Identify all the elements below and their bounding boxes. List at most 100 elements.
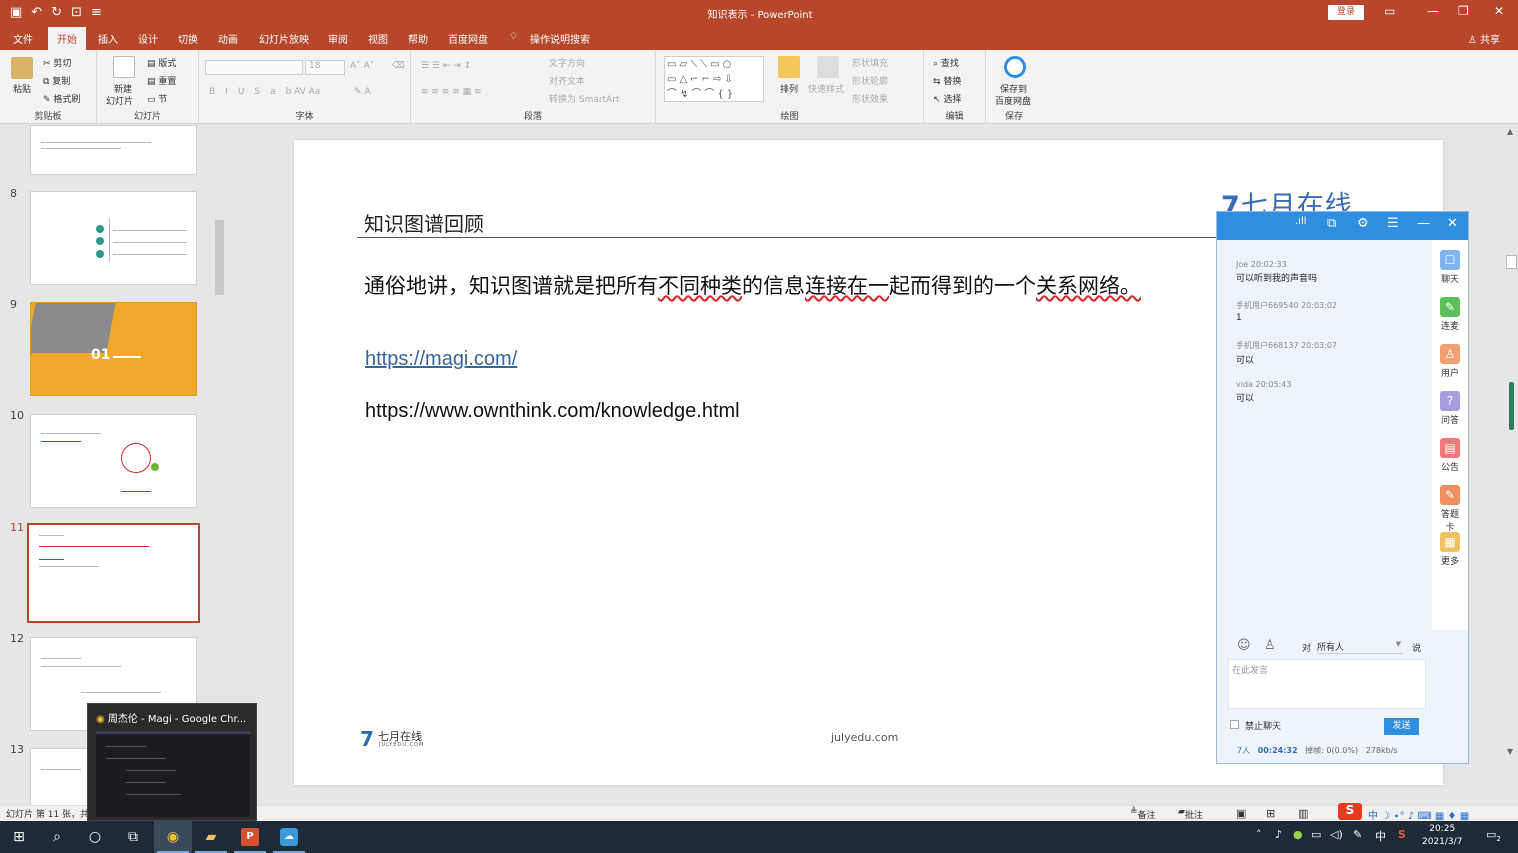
comments-button[interactable]: ▰ 批注: [1178, 807, 1203, 821]
search-icon[interactable]: ⌕: [48, 828, 66, 846]
tell-me-search[interactable]: 操作说明搜索: [530, 31, 590, 46]
taskbar-window-preview[interactable]: ◉ 周杰伦 - Magi - Google Chr...: [87, 703, 257, 821]
tool-users[interactable]: ♙ 用户: [1438, 344, 1462, 379]
popout-icon[interactable]: ⧉: [1327, 216, 1336, 231]
paste-button[interactable]: 粘贴: [13, 82, 31, 95]
pen-icon[interactable]: ✎: [1353, 828, 1362, 841]
thumbnail-10[interactable]: [30, 414, 197, 508]
save-icon[interactable]: ▣: [10, 4, 22, 22]
arrange-icon[interactable]: [778, 56, 800, 78]
tab-insert[interactable]: 插入: [98, 31, 118, 46]
section-button[interactable]: ▭ 节: [147, 92, 167, 105]
mute-checkbox[interactable]: [1230, 720, 1239, 729]
minimize-chat-icon[interactable]: —: [1417, 216, 1430, 231]
share-button[interactable]: ♙ 共享: [1468, 31, 1500, 46]
thumbnail-9[interactable]: 01: [30, 302, 197, 396]
slide-body-text[interactable]: 通俗地讲，知识图谱就是把所有不同种类的信息连接在一起而得到的一个关系网络。: [364, 270, 1141, 300]
tray-mic-icon[interactable]: ♪: [1275, 828, 1282, 841]
tray-expand-icon[interactable]: ˄: [1256, 828, 1262, 841]
arrange-button[interactable]: 排列: [780, 82, 798, 95]
cortana-icon[interactable]: ○: [86, 828, 104, 846]
tool-qa[interactable]: ? 问答: [1438, 391, 1462, 426]
new-slide-label-2[interactable]: 幻灯片: [106, 94, 133, 107]
scroll-down-icon[interactable]: ▼: [1507, 747, 1513, 756]
magi-link[interactable]: https://magi.com/: [365, 348, 517, 371]
login-button[interactable]: 登录: [1328, 5, 1364, 20]
minimize-icon[interactable]: —: [1427, 4, 1439, 18]
customize-icon[interactable]: ≡: [91, 4, 102, 22]
slide-scrollbar[interactable]: ▲ ▼: [1505, 125, 1518, 805]
tab-baidu[interactable]: 百度网盘: [448, 31, 488, 46]
tab-view[interactable]: 视图: [368, 31, 388, 46]
taskbar-live-app[interactable]: ☁: [270, 821, 308, 853]
slide-title[interactable]: 知识图谱回顾: [364, 208, 484, 237]
notes-button[interactable]: ≜ 备注: [1130, 807, 1156, 821]
layout-button[interactable]: ▤ 版式: [147, 56, 176, 69]
tray-app-icon[interactable]: ●: [1293, 828, 1303, 841]
notification-icon[interactable]: ▭2: [1486, 828, 1501, 843]
tab-file[interactable]: 文件: [13, 31, 33, 46]
undo-icon[interactable]: ↶: [31, 4, 42, 22]
tab-help[interactable]: 帮助: [408, 31, 428, 46]
clock[interactable]: 20:25 2021/3/7: [1422, 823, 1462, 849]
format-painter-button[interactable]: ✎ 格式刷: [43, 92, 80, 105]
tab-home[interactable]: 开始: [48, 27, 86, 50]
replace-button[interactable]: ⇆ 替换: [933, 74, 961, 87]
smartart-button[interactable]: 转换为 SmartArt: [549, 92, 619, 105]
baidu-cloud-icon[interactable]: [1004, 56, 1026, 78]
shape-effects-button[interactable]: 形状效果: [852, 92, 888, 105]
sogou-tray-icon[interactable]: S: [1398, 828, 1406, 841]
recipient-select[interactable]: 所有人 ▼: [1317, 640, 1403, 654]
present-icon[interactable]: ⊡: [71, 4, 82, 22]
ime-toolbar-icons[interactable]: 中 ☽ ∙° ♪ ⌨ ▦ ♦ ▦: [1368, 807, 1469, 822]
emoji-icon[interactable]: ☺: [1237, 638, 1251, 653]
ribbon-display-icon[interactable]: ▭: [1384, 4, 1395, 18]
settings-gear-icon[interactable]: ⚙: [1357, 216, 1369, 231]
taskbar-explorer[interactable]: ▰: [192, 821, 230, 853]
tab-animations[interactable]: 动画: [218, 31, 238, 46]
tab-review[interactable]: 审阅: [328, 31, 348, 46]
taskbar-chrome[interactable]: ◉: [154, 821, 192, 853]
chat-input[interactable]: 在此发言: [1228, 659, 1426, 709]
thumbnail-8[interactable]: [30, 191, 197, 285]
tool-more[interactable]: ▦ 更多: [1438, 532, 1462, 567]
ime-indicator[interactable]: 中: [1375, 828, 1386, 844]
taskbar-powerpoint[interactable]: P: [231, 821, 269, 853]
normal-view-icon[interactable]: ▣: [1236, 807, 1246, 820]
windows-start-icon[interactable]: ⊞: [10, 828, 28, 846]
close-icon[interactable]: ✕: [1494, 4, 1504, 18]
volume-icon[interactable]: ◁): [1330, 828, 1343, 841]
paste-icon[interactable]: [11, 57, 33, 79]
tool-chat[interactable]: ☐ 聊天: [1438, 250, 1462, 285]
highlight-icon[interactable]: ✎ A: [354, 87, 371, 97]
shape-fill-button[interactable]: 形状填充: [852, 56, 888, 69]
tab-slideshow[interactable]: 幻灯片放映: [259, 31, 309, 46]
tool-mic[interactable]: ✎ 连麦: [1438, 297, 1462, 332]
tab-transitions[interactable]: 切换: [178, 31, 198, 46]
maximize-icon[interactable]: ❐: [1458, 4, 1469, 18]
mention-user-icon[interactable]: ♙: [1264, 638, 1276, 653]
scroll-up-icon[interactable]: ▲: [1507, 127, 1513, 136]
text-direction-button[interactable]: 文字方向: [549, 56, 585, 69]
baidu-label[interactable]: 百度网盘: [995, 94, 1031, 107]
network-icon[interactable]: ▭: [1311, 828, 1321, 841]
find-button[interactable]: ⌕ 查找: [933, 56, 959, 69]
quick-styles-icon[interactable]: [817, 56, 839, 78]
redo-icon[interactable]: ↻: [51, 4, 62, 22]
shapes-gallery[interactable]: ▭▱⟍⟍▭○ ▭△⌐⌐⇨⇩ ⌒↯⌒⌒{}: [664, 56, 764, 102]
font-style-buttons[interactable]: BIUSab: [209, 87, 301, 97]
ownthink-url[interactable]: https://www.ownthink.com/knowledge.html: [365, 400, 740, 423]
tab-design[interactable]: 设计: [138, 31, 158, 46]
menu-icon[interactable]: ☰: [1387, 216, 1399, 231]
align-text-button[interactable]: 对齐文本: [549, 74, 585, 87]
copy-button[interactable]: ⧉ 复制: [43, 74, 70, 87]
clear-format-icon[interactable]: ⌫: [392, 61, 405, 71]
tool-notice[interactable]: ▤ 公告: [1438, 438, 1462, 473]
font-name-box[interactable]: [205, 60, 303, 75]
char-spacing-icon[interactable]: AV Aa: [294, 87, 320, 97]
bullets-icon[interactable]: ☰ ☰ ⇤ ⇥ ↕: [421, 61, 471, 71]
reset-button[interactable]: ▤ 重置: [147, 74, 176, 87]
scrollbar-thumb[interactable]: [1506, 255, 1517, 269]
task-view-icon[interactable]: ⧉: [124, 828, 142, 846]
sogou-ime-icon[interactable]: S: [1338, 803, 1362, 820]
